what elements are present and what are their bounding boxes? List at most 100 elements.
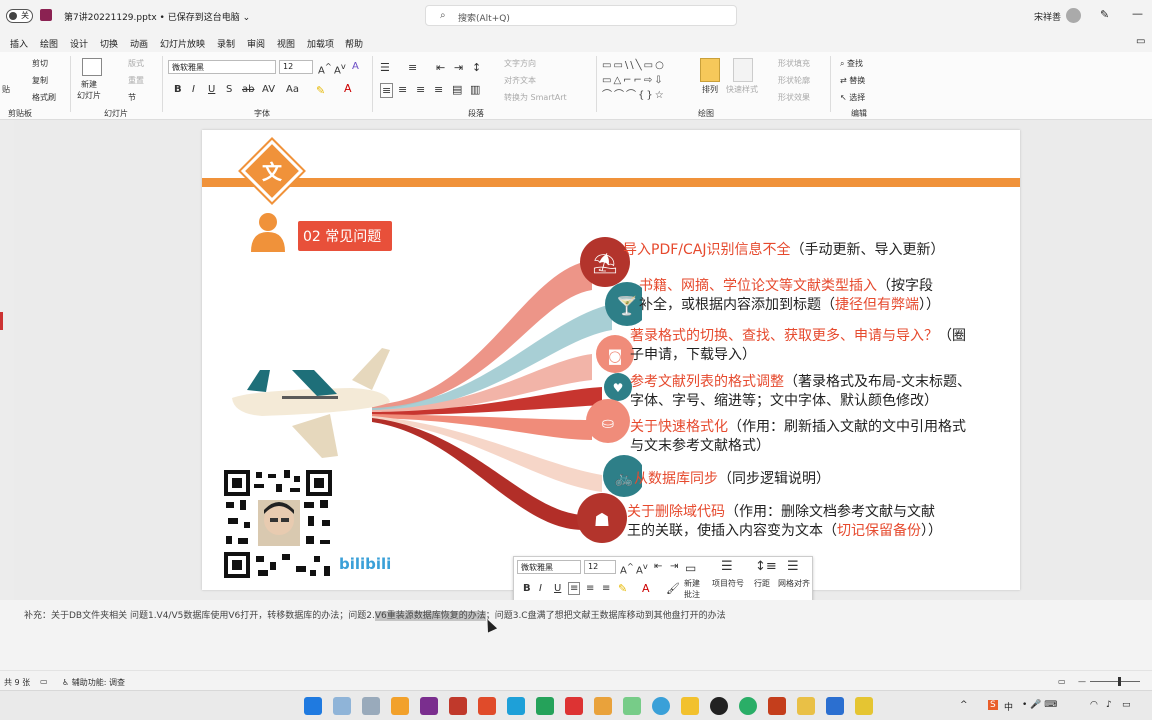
mini-grow-font-icon[interactable]: A^ — [620, 561, 634, 576]
line-spacing-icon[interactable]: ↕ — [472, 61, 481, 74]
mini-align-center-icon[interactable]: ≡ — [586, 583, 594, 594]
menu-slideshow[interactable]: 幻灯片放映 — [160, 37, 205, 50]
taskbar-search-icon[interactable] — [391, 697, 409, 715]
mini-underline-icon[interactable]: U — [554, 583, 561, 594]
menu-design[interactable]: 设计 — [70, 37, 88, 50]
justify-icon[interactable]: ≡ — [434, 83, 443, 96]
user-name[interactable]: 宋祥善 — [1034, 10, 1061, 23]
taskbar-app-icon[interactable] — [565, 697, 583, 715]
mini-indent-icon[interactable]: ⇥ — [670, 561, 678, 572]
taskbar-app-icon[interactable] — [420, 697, 438, 715]
smartart-button[interactable]: 转换为 SmartArt — [504, 92, 567, 103]
italic-icon[interactable]: I — [192, 84, 195, 95]
zoom-slider-thumb[interactable] — [1118, 677, 1121, 686]
chrome-icon[interactable] — [652, 697, 670, 715]
taskbar-app-icon[interactable] — [333, 697, 351, 715]
menu-draw[interactable]: 绘图 — [40, 37, 58, 50]
volume-icon[interactable]: ♪ — [1106, 700, 1112, 710]
new-slide-icon[interactable] — [82, 58, 102, 76]
text-direction-button[interactable]: 文字方向 — [504, 58, 536, 69]
menu-insert[interactable]: 插入 — [10, 37, 28, 50]
arrange-button[interactable]: 排列 — [702, 84, 718, 95]
comment-icon[interactable]: ▭ — [1136, 36, 1145, 47]
tray-expand-icon[interactable]: ^ — [960, 700, 968, 710]
menu-review[interactable]: 审阅 — [247, 37, 265, 50]
shadow-icon[interactable]: S — [226, 84, 232, 95]
align-right-icon[interactable]: ≡ — [416, 83, 425, 96]
align-text-button[interactable]: 对齐文本 — [504, 75, 536, 86]
taskbar-app-icon[interactable] — [797, 697, 815, 715]
distribute-icon[interactable]: ▤ — [452, 83, 462, 96]
menu-record[interactable]: 录制 — [217, 37, 235, 50]
avatar[interactable] — [1066, 8, 1081, 23]
qq-icon[interactable] — [710, 697, 728, 715]
wechat-icon[interactable] — [739, 697, 757, 715]
bullets-icon[interactable]: ☰ — [721, 559, 733, 574]
notes-pane[interactable]: 补充：关于DB文件夹相关 问题1.V4/V5数据库使用V6打开，转移数据库的办法… — [0, 600, 1152, 670]
accessibility-status[interactable]: ♿ 辅助功能: 调查 — [62, 677, 125, 688]
taskbar-app-icon[interactable] — [855, 697, 873, 715]
mini-font-color-icon[interactable]: A — [642, 582, 650, 595]
slide[interactable]: 文 02 常见问题 ⛱ 🍸 ◙ ♥ ⛀ 🚲 ☗ 导入PDF/CAJ识别信息不全（… — [202, 130, 1020, 590]
reset-button[interactable]: 重置 — [128, 75, 144, 86]
minimize-icon[interactable]: — — [1132, 7, 1143, 20]
zoom-out-icon[interactable]: — — [1078, 677, 1086, 686]
char-spacing-icon[interactable]: AV — [262, 84, 275, 95]
document-title[interactable]: 第7讲20221129.pptx • 已保存到这台电脑 ⌄ — [64, 10, 250, 23]
font-name-select[interactable]: 微软雅黑 — [168, 60, 276, 74]
taskbar-app-icon[interactable] — [826, 697, 844, 715]
layout-button[interactable]: 版式 — [128, 58, 144, 69]
shapes-gallery[interactable]: ▭▭\\╲▭○ ▭△⌐⌐⇨⇩ ⌒⌒⌒{}☆ — [602, 58, 692, 104]
section-button[interactable]: 节 — [128, 92, 136, 103]
notes-text[interactable]: 补充：关于DB文件夹相关 问题1.V4/V5数据库使用V6打开，转移数据库的办法… — [24, 608, 726, 621]
mini-outdent-icon[interactable]: ⇤ — [654, 561, 662, 572]
notes-toggle-icon[interactable]: ▭ — [1058, 677, 1066, 686]
taskbar-app-icon[interactable] — [362, 697, 380, 715]
autosave-toggle[interactable]: 关 — [6, 9, 33, 23]
bullets-icon[interactable]: ☰ — [380, 61, 390, 74]
notes-icon[interactable]: ▭ — [40, 677, 48, 686]
font-color-icon[interactable]: A — [344, 82, 352, 95]
file-explorer-icon[interactable] — [681, 697, 699, 715]
mini-size-select[interactable]: 12 — [584, 560, 616, 574]
bold-icon[interactable]: B — [174, 84, 182, 95]
increase-indent-icon[interactable]: ⇥ — [454, 61, 463, 74]
menu-help[interactable]: 帮助 — [345, 37, 363, 50]
battery-icon[interactable]: ▭ — [1122, 700, 1131, 710]
tray-icons[interactable]: • 🎤 ⌨ — [1022, 700, 1057, 710]
menu-animations[interactable]: 动画 — [130, 37, 148, 50]
wifi-icon[interactable]: ◠ — [1090, 700, 1098, 710]
quick-styles-button[interactable]: 快速样式 — [726, 84, 758, 95]
save-icon[interactable] — [40, 9, 52, 21]
taskbar-app-icon[interactable] — [449, 697, 467, 715]
shrink-font-icon[interactable]: Av — [334, 61, 346, 76]
highlight-icon[interactable]: ✎ — [316, 84, 325, 97]
zoom-slider[interactable] — [1090, 681, 1140, 682]
new-comment-icon[interactable]: ▭ — [685, 561, 696, 575]
ime-mode[interactable]: 中 — [1004, 700, 1013, 713]
mini-highlight-icon[interactable]: ✎ — [618, 582, 627, 595]
columns-icon[interactable]: ▥ — [470, 83, 480, 96]
quick-styles-icon[interactable] — [733, 58, 753, 82]
line-spacing-button[interactable]: 行距 — [754, 578, 770, 589]
font-size-select[interactable]: 12 — [279, 60, 313, 74]
pen-icon[interactable]: ✎ — [1100, 8, 1109, 21]
line-spacing-icon[interactable]: ↕≡ — [755, 559, 777, 574]
grow-font-icon[interactable]: A^ — [318, 61, 332, 76]
replace-button[interactable]: ⇄ 替换 — [840, 75, 865, 86]
powerpoint-icon[interactable] — [768, 697, 786, 715]
grid-align-icon[interactable]: ☰ — [787, 559, 799, 574]
menu-view[interactable]: 视图 — [277, 37, 295, 50]
mini-italic-icon[interactable]: I — [539, 583, 542, 594]
find-button[interactable]: ⌕ 查找 — [840, 58, 863, 69]
select-button[interactable]: ↖ 选择 — [840, 92, 865, 103]
format-painter-button[interactable]: 格式刷 — [32, 92, 56, 103]
bullets-button[interactable]: 项目符号 — [712, 578, 744, 589]
decrease-indent-icon[interactable]: ⇤ — [436, 61, 445, 74]
taskbar-app-icon[interactable] — [594, 697, 612, 715]
ime-logo-icon[interactable]: S — [988, 700, 998, 710]
new-comment-button[interactable]: 新建 批注 — [684, 578, 700, 600]
mini-shrink-font-icon[interactable]: Av — [636, 561, 648, 576]
taskbar-app-icon[interactable] — [536, 697, 554, 715]
taskbar-app-icon[interactable] — [507, 697, 525, 715]
